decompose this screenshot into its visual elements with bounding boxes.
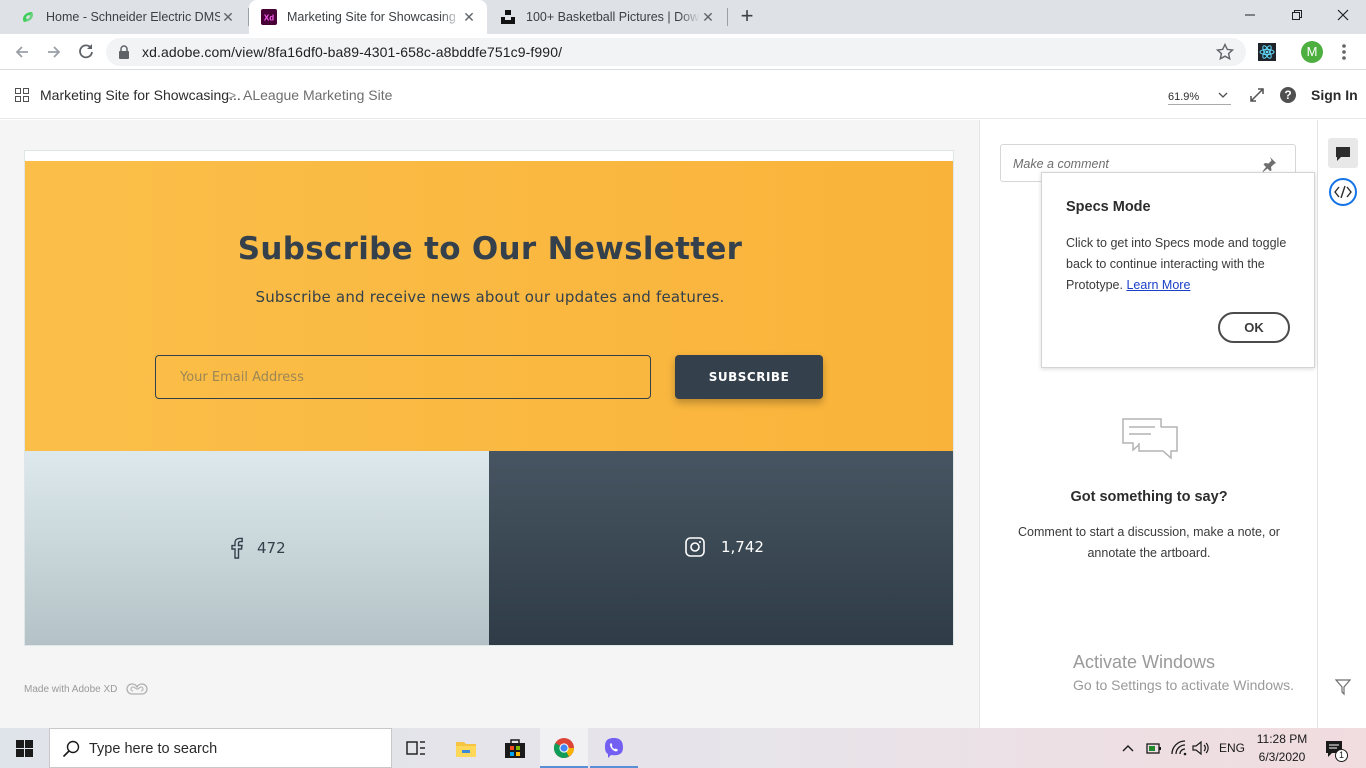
file-explorer-icon[interactable] bbox=[455, 738, 477, 763]
facebook-stat: 472 bbox=[229, 537, 286, 559]
email-field[interactable] bbox=[155, 355, 651, 399]
ok-button[interactable]: OK bbox=[1218, 312, 1290, 343]
newsletter-section: Subscribe to Our Newsletter Subscribe an… bbox=[25, 161, 953, 451]
bookmark-star-icon[interactable] bbox=[1215, 42, 1235, 66]
action-center-button[interactable]: 1 bbox=[1325, 739, 1348, 762]
zoom-value: 61.9% bbox=[1168, 91, 1200, 103]
breadcrumb-artboard: ALeague Marketing Site bbox=[243, 87, 393, 103]
right-rail bbox=[1317, 120, 1366, 728]
comment-placeholder: Make a comment bbox=[1013, 157, 1109, 171]
profile-avatar[interactable]: M bbox=[1301, 41, 1323, 63]
comments-tab-button[interactable] bbox=[1328, 138, 1358, 168]
comment-icon bbox=[1336, 147, 1350, 161]
pin-icon[interactable] bbox=[1261, 156, 1277, 172]
artboard: Subscribe to Our Newsletter Subscribe an… bbox=[24, 150, 954, 646]
instagram-icon bbox=[685, 537, 705, 557]
microsoft-store-icon[interactable] bbox=[504, 737, 526, 764]
made-with-text: Made with Adobe XD bbox=[24, 683, 118, 695]
learn-more-link[interactable]: Learn More bbox=[1126, 278, 1190, 292]
zoom-select[interactable]: 61.9% bbox=[1168, 87, 1231, 105]
facebook-icon bbox=[231, 537, 243, 559]
tab-title: Marketing Site for Showcasing th bbox=[287, 10, 461, 24]
grid-view-icon[interactable] bbox=[15, 88, 29, 107]
tab-strip: Home - Schneider Electric DMS ✕ Xd Marke… bbox=[0, 0, 1366, 34]
wifi-icon[interactable] bbox=[1170, 740, 1188, 761]
tab-basketball[interactable]: 100+ Basketball Pictures | Downl ✕ bbox=[488, 0, 726, 34]
instagram-panel[interactable]: 1,742 bbox=[489, 451, 953, 645]
battery-icon[interactable] bbox=[1145, 740, 1163, 761]
instagram-stat: 1,742 bbox=[685, 537, 764, 557]
adobe-xd-favicon-icon: Xd bbox=[261, 9, 277, 25]
xd-header: Marketing Site for Showcasing... > ALeag… bbox=[0, 71, 1366, 119]
restore-icon[interactable] bbox=[1290, 8, 1304, 22]
clock-time: 11:28 PM bbox=[1256, 732, 1308, 746]
close-tab-icon[interactable]: ✕ bbox=[461, 9, 477, 26]
newsletter-subtitle: Subscribe and receive news about our upd… bbox=[255, 288, 725, 306]
search-icon bbox=[62, 740, 80, 758]
empty-comments-title: Got something to say? bbox=[1070, 489, 1228, 505]
made-with-xd-badge[interactable]: Made with Adobe XD bbox=[24, 681, 149, 697]
new-tab-button[interactable]: + bbox=[736, 5, 758, 28]
subscribe-button[interactable]: SUBSCRIBE bbox=[675, 355, 823, 399]
search-placeholder: Type here to search bbox=[89, 741, 218, 757]
breadcrumb-project[interactable]: Marketing Site for Showcasing... bbox=[40, 87, 241, 103]
empty-comments-body: Comment to start a discussion, make a no… bbox=[1018, 525, 1280, 560]
tab-title: 100+ Basketball Pictures | Downl bbox=[526, 10, 700, 24]
activate-windows-subtitle: Go to Settings to activate Windows. bbox=[1073, 677, 1294, 693]
clock-date: 6/3/2020 bbox=[1258, 750, 1306, 764]
filter-icon[interactable] bbox=[1335, 678, 1351, 696]
viber-icon bbox=[605, 738, 623, 758]
close-tab-icon[interactable]: ✕ bbox=[220, 9, 236, 26]
chrome-icon bbox=[553, 738, 574, 758]
prototype-stage: Subscribe to Our Newsletter Subscribe an… bbox=[0, 120, 979, 728]
minimize-icon[interactable] bbox=[1243, 8, 1257, 22]
show-hidden-icons-icon[interactable] bbox=[1121, 741, 1135, 759]
clock[interactable]: 11:28 PM 6/3/2020 bbox=[1254, 732, 1310, 764]
close-window-icon[interactable] bbox=[1336, 8, 1350, 22]
schneider-favicon-icon bbox=[20, 9, 36, 25]
taskbar-search[interactable]: Type here to search bbox=[49, 728, 392, 768]
activate-windows-title: Activate Windows bbox=[1073, 652, 1216, 672]
facebook-count: 472 bbox=[257, 539, 286, 557]
breadcrumb-separator: > bbox=[228, 87, 237, 103]
close-tab-icon[interactable]: ✕ bbox=[700, 9, 716, 26]
volume-icon[interactable] bbox=[1192, 740, 1210, 761]
task-view-icon[interactable] bbox=[406, 739, 426, 762]
language-indicator[interactable]: ENG bbox=[1219, 741, 1245, 755]
forward-icon[interactable] bbox=[44, 42, 64, 67]
specs-mode-button[interactable] bbox=[1329, 178, 1357, 206]
address-bar[interactable]: xd.adobe.com/view/8fa16df0-ba89-4301-658… bbox=[106, 38, 1246, 66]
creative-cloud-icon bbox=[126, 683, 148, 695]
svg-text:Xd: Xd bbox=[264, 14, 274, 23]
url-text: xd.adobe.com/view/8fa16df0-ba89-4301-658… bbox=[142, 44, 563, 60]
sign-in-link[interactable]: Sign In bbox=[1311, 87, 1358, 103]
react-devtools-extension-icon[interactable] bbox=[1258, 43, 1276, 61]
browser-toolbar: xd.adobe.com/view/8fa16df0-ba89-4301-658… bbox=[0, 34, 1366, 70]
unsplash-favicon-icon bbox=[500, 9, 516, 25]
comment-bubbles-icon bbox=[1122, 418, 1178, 460]
notification-badge: 1 bbox=[1335, 749, 1348, 762]
instagram-count: 1,742 bbox=[721, 538, 764, 556]
newsletter-title: Subscribe to Our Newsletter bbox=[237, 231, 743, 267]
specs-mode-popover: Specs Mode Click to get into Specs mode … bbox=[1041, 172, 1315, 368]
code-icon bbox=[1334, 185, 1352, 199]
facebook-panel[interactable]: 472 bbox=[25, 451, 489, 645]
back-icon[interactable] bbox=[12, 42, 32, 67]
tab-title: Home - Schneider Electric DMS bbox=[46, 10, 220, 24]
help-icon[interactable]: ? bbox=[1280, 87, 1296, 103]
viber-taskbar-button[interactable] bbox=[590, 728, 638, 768]
browser-menu-icon[interactable] bbox=[1340, 43, 1348, 66]
popover-body: Click to get into Specs mode and toggle … bbox=[1066, 233, 1298, 296]
lock-icon[interactable] bbox=[118, 45, 130, 64]
reload-icon[interactable] bbox=[76, 42, 96, 67]
chrome-taskbar-button[interactable] bbox=[540, 728, 588, 768]
windows-taskbar: Type here to search ENG 11:28 PM 6/3/202… bbox=[0, 728, 1366, 768]
chevron-down-icon bbox=[1218, 92, 1228, 98]
fullscreen-icon[interactable] bbox=[1249, 87, 1265, 108]
tab-adobe-xd[interactable]: Xd Marketing Site for Showcasing th ✕ bbox=[249, 0, 487, 34]
popover-title: Specs Mode bbox=[1066, 199, 1151, 215]
tab-schneider[interactable]: Home - Schneider Electric DMS ✕ bbox=[8, 0, 246, 34]
windows-start-icon[interactable] bbox=[16, 740, 33, 762]
